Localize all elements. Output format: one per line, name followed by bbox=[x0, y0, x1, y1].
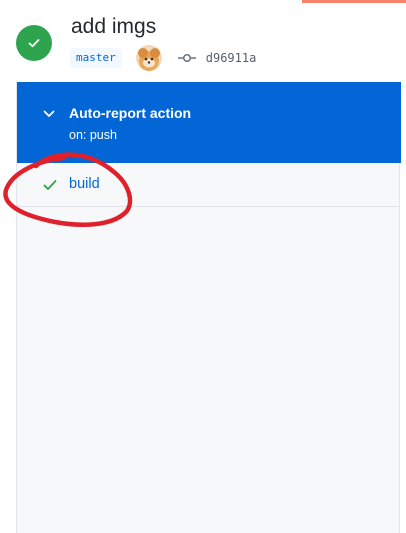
branch-tag[interactable]: master bbox=[70, 48, 122, 68]
workflow-name: Auto-report action bbox=[69, 105, 192, 121]
workflow-sidebar: Auto-report action on: push build bbox=[16, 82, 401, 533]
job-name[interactable]: build bbox=[69, 176, 100, 192]
job-item-build[interactable]: build bbox=[17, 163, 399, 207]
avatar[interactable] bbox=[135, 45, 162, 71]
workflow-run-page: add imgs master d96911a Auto-report acti… bbox=[0, 0, 406, 533]
check-glyph bbox=[28, 39, 40, 48]
commit-meta: master d96911a bbox=[70, 45, 256, 71]
chevron-down-icon[interactable] bbox=[43, 110, 55, 118]
workflow-trigger: on: push bbox=[69, 128, 117, 142]
run-header: add imgs master d96911a bbox=[0, 0, 390, 82]
check-icon bbox=[43, 180, 57, 190]
success-check-circle-icon bbox=[16, 25, 52, 61]
commit-title[interactable]: add imgs bbox=[71, 15, 156, 39]
commit-sha-link[interactable]: d96911a bbox=[206, 51, 257, 65]
git-commit-icon bbox=[177, 53, 196, 63]
workflow-item-selected[interactable]: Auto-report action on: push bbox=[17, 82, 401, 163]
